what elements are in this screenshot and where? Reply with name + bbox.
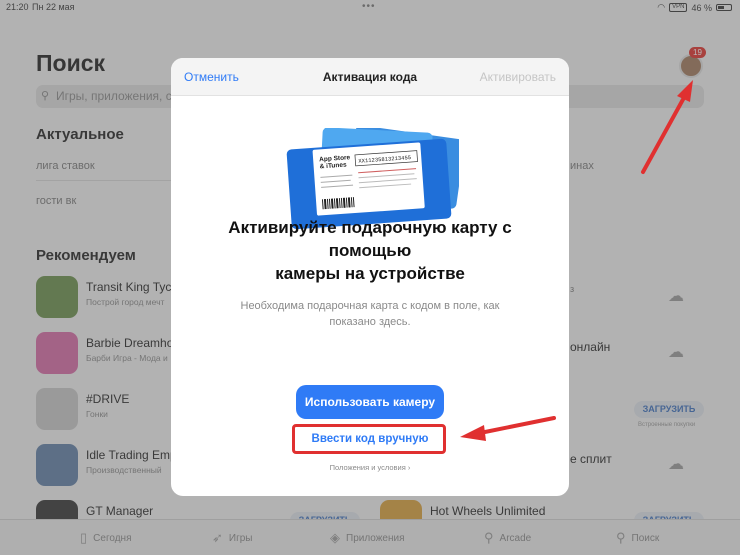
- terms-link[interactable]: Положения и условия ›: [171, 463, 569, 472]
- sheet-description: Необходима подарочная карта с кодом в по…: [240, 300, 500, 328]
- headline-line: помощью: [328, 241, 412, 260]
- activate-button[interactable]: Активировать: [480, 70, 556, 84]
- headline-line: камеры на устройстве: [275, 264, 465, 283]
- redeem-code-sheet: Отменить Активация кода Активировать App…: [171, 58, 569, 496]
- use-camera-button[interactable]: Использовать камеру: [296, 385, 444, 419]
- enter-code-manually-button[interactable]: Ввести код вручную: [296, 428, 444, 450]
- headline-line: Активируйте подарочную карту с: [228, 218, 512, 237]
- sheet-headline: Активируйте подарочную карту с помощью к…: [191, 216, 549, 285]
- sheet-header: Отменить Активация кода Активировать: [171, 58, 569, 96]
